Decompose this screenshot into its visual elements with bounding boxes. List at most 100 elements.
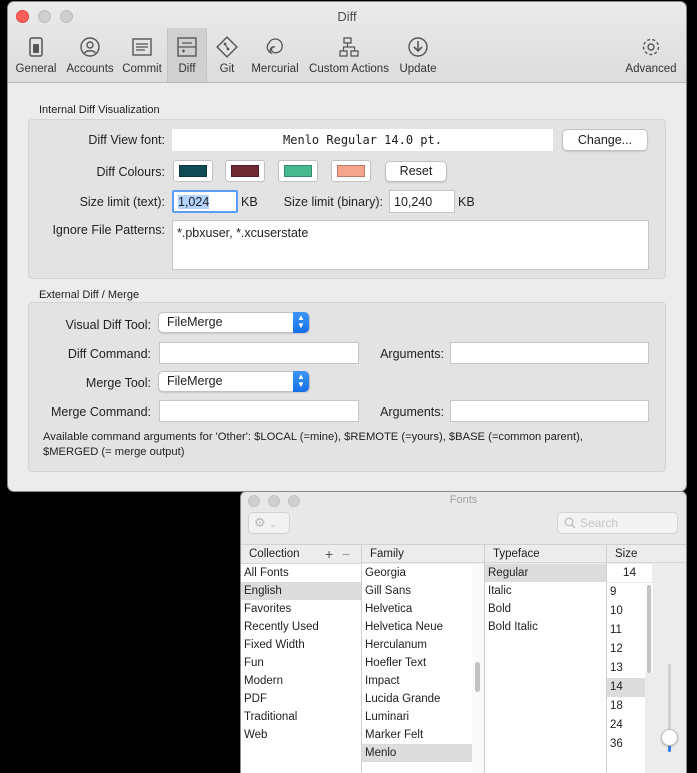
family-item[interactable]: Luminari bbox=[362, 708, 472, 726]
diff-colour-well-2[interactable] bbox=[225, 160, 265, 182]
tab-update[interactable]: Update bbox=[396, 28, 440, 82]
diff-colour-well-4[interactable] bbox=[331, 160, 371, 182]
merge-command-field[interactable] bbox=[159, 400, 359, 422]
typeface-item[interactable]: Regular bbox=[485, 564, 606, 582]
size-limit-text-field[interactable]: 1,024 bbox=[172, 190, 238, 213]
tab-label: Mercurial bbox=[251, 63, 299, 75]
diff-colour-well-3[interactable] bbox=[278, 160, 318, 182]
size-item[interactable]: 14 bbox=[607, 678, 645, 697]
search-icon bbox=[564, 517, 576, 529]
size-input[interactable]: 14 bbox=[607, 564, 652, 582]
diff-arguments-field[interactable] bbox=[450, 342, 649, 364]
size-slider-track[interactable] bbox=[661, 664, 678, 752]
typeface-item[interactable]: Bold Italic bbox=[485, 618, 606, 636]
visual-diff-tool-label: Visual Diff Tool: bbox=[65, 318, 151, 332]
tab-accounts[interactable]: Accounts bbox=[62, 28, 118, 82]
ignore-file-patterns-label: Ignore File Patterns: bbox=[52, 223, 165, 237]
advanced-icon bbox=[642, 38, 660, 56]
tab-custom-actions[interactable]: Custom Actions bbox=[304, 28, 394, 82]
font-search-input[interactable]: Search bbox=[557, 512, 678, 534]
add-collection-button[interactable]: + bbox=[325, 545, 333, 563]
family-item[interactable]: Lucida Grande bbox=[362, 690, 472, 708]
diff-command-field[interactable] bbox=[159, 342, 359, 364]
tab-label: Advanced bbox=[625, 63, 677, 75]
diff-view-font-label: Diff View font: bbox=[88, 133, 165, 147]
size-item[interactable]: 13 bbox=[607, 659, 645, 678]
size-item[interactable]: 9 bbox=[607, 583, 645, 602]
remove-collection-button[interactable]: − bbox=[342, 545, 350, 563]
collection-item[interactable]: PDF bbox=[241, 690, 361, 708]
tab-diff[interactable]: Diff bbox=[167, 28, 207, 82]
size-slider-knob[interactable] bbox=[661, 728, 678, 746]
family-scroll-thumb[interactable] bbox=[475, 662, 480, 692]
size-item[interactable]: 11 bbox=[607, 621, 645, 640]
visual-diff-tool-popup[interactable]: FileMerge ▲ ▼ bbox=[158, 312, 310, 333]
tab-git[interactable]: Git bbox=[209, 28, 245, 82]
external-section-label: External Diff / Merge bbox=[39, 289, 140, 301]
window-title: Diff bbox=[337, 9, 357, 24]
collection-header: Collection + − bbox=[241, 545, 361, 564]
merge-arguments-field[interactable] bbox=[450, 400, 649, 422]
tab-general[interactable]: General bbox=[12, 28, 60, 82]
merge-arguments-label: Arguments: bbox=[380, 405, 444, 419]
collection-item[interactable]: Favorites bbox=[241, 600, 361, 618]
size-item[interactable]: 18 bbox=[607, 697, 645, 716]
family-scrollbar[interactable] bbox=[472, 564, 484, 773]
merge-tool-popup[interactable]: FileMerge ▲ ▼ bbox=[158, 371, 310, 392]
reset-colours-button[interactable]: Reset bbox=[385, 161, 447, 182]
diff-view-font-display: Menlo Regular 14.0 pt. bbox=[172, 129, 553, 151]
size-limit-binary-unit: KB bbox=[458, 195, 475, 209]
tab-mercurial[interactable]: Mercurial bbox=[248, 28, 302, 82]
action-menu-button[interactable]: ⚙ ⌄ bbox=[248, 512, 290, 534]
collection-item[interactable]: Modern bbox=[241, 672, 361, 690]
collection-header-label: Collection bbox=[249, 548, 300, 560]
visual-diff-tool-value: FileMerge bbox=[167, 315, 223, 329]
diff-arguments-label: Arguments: bbox=[380, 347, 444, 361]
collection-item[interactable]: Fun bbox=[241, 654, 361, 672]
typeface-item[interactable]: Bold bbox=[485, 600, 606, 618]
preferences-toolbar: General Accounts Commit Diff Git Mercuri… bbox=[8, 28, 686, 82]
size-item[interactable]: 24 bbox=[607, 716, 645, 735]
tab-commit[interactable]: Commit bbox=[119, 28, 165, 82]
diff-command-label: Diff Command: bbox=[67, 347, 151, 361]
merge-tool-value: FileMerge bbox=[167, 374, 223, 388]
chevron-updown-icon: ▲ ▼ bbox=[293, 312, 309, 333]
tab-advanced[interactable]: Advanced bbox=[622, 28, 680, 82]
family-item[interactable]: Hoefler Text bbox=[362, 654, 472, 672]
tab-label: Diff bbox=[178, 63, 196, 75]
collection-item[interactable]: Web bbox=[241, 726, 361, 744]
typeface-item[interactable]: Italic bbox=[485, 582, 606, 600]
family-item[interactable]: Menlo bbox=[362, 744, 472, 762]
collection-item[interactable]: Traditional bbox=[241, 708, 361, 726]
ignore-file-patterns-field[interactable]: *.pbxuser, *.xcuserstate bbox=[172, 220, 649, 270]
chevron-updown-icon: ▲ ▼ bbox=[293, 371, 309, 392]
family-item[interactable]: Herculanum bbox=[362, 636, 472, 654]
general-icon bbox=[29, 37, 43, 57]
family-item[interactable]: Helvetica Neue bbox=[362, 618, 472, 636]
update-icon bbox=[408, 37, 428, 57]
change-font-button[interactable]: Change... bbox=[562, 129, 648, 151]
size-scrollbar[interactable] bbox=[645, 583, 653, 673]
collection-item[interactable]: Fixed Width bbox=[241, 636, 361, 654]
family-item[interactable]: Georgia bbox=[362, 564, 472, 582]
size-limit-binary-label: Size limit (binary): bbox=[283, 195, 383, 209]
size-item[interactable]: 12 bbox=[607, 640, 645, 659]
column-divider bbox=[361, 545, 362, 773]
fonts-title-bar: Fonts bbox=[241, 492, 686, 510]
family-item[interactable]: Helvetica bbox=[362, 600, 472, 618]
diff-colour-well-1[interactable] bbox=[173, 160, 213, 182]
chevron-down-icon: ⌄ bbox=[269, 519, 277, 529]
collection-item[interactable]: English bbox=[241, 582, 361, 600]
tab-label: General bbox=[15, 63, 57, 75]
size-item[interactable]: 10 bbox=[607, 602, 645, 621]
family-item[interactable]: Impact bbox=[362, 672, 472, 690]
collection-item[interactable]: All Fonts bbox=[241, 564, 361, 582]
size-limit-binary-field[interactable]: 10,240 bbox=[389, 190, 455, 213]
size-scroll-thumb[interactable] bbox=[647, 585, 651, 673]
family-item[interactable]: Marker Felt bbox=[362, 726, 472, 744]
command-arguments-note: Available command arguments for 'Other':… bbox=[43, 430, 663, 460]
family-item[interactable]: Gill Sans bbox=[362, 582, 472, 600]
collection-item[interactable]: Recently Used bbox=[241, 618, 361, 636]
tab-label: Commit bbox=[122, 63, 162, 75]
size-item[interactable]: 36 bbox=[607, 735, 645, 754]
